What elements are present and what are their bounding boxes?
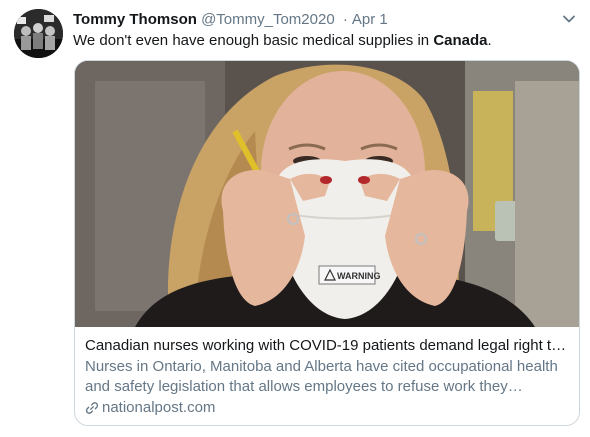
tweet-text-suffix: . <box>487 32 492 49</box>
avatar-image <box>14 9 63 58</box>
tweet-text: We don't even have enough basic medical … <box>73 31 492 51</box>
card-title[interactable]: Canadian nurses working with COVID-19 pa… <box>85 336 571 356</box>
card-description: Nurses in Ontario, Manitoba and Alberta … <box>85 358 558 395</box>
card-image: WARNING <box>75 61 579 327</box>
tweet-header: Tommy Thomson @Tommy_Tom2020 · Apr 1 <box>73 10 563 30</box>
separator-dot: · <box>342 11 348 28</box>
avatar[interactable] <box>14 9 63 58</box>
mask-warning-label: WARNING <box>337 271 381 281</box>
author-name[interactable]: Tommy Thomson <box>73 11 197 28</box>
card-domain-row[interactable]: nationalpost.com <box>85 398 571 418</box>
tweet-text-prefix: We don't even have enough basic medical … <box>73 32 434 49</box>
card-domain: nationalpost.com <box>102 399 216 416</box>
chevron-down-icon[interactable] <box>560 10 578 28</box>
card-body: Canadian nurses working with COVID-19 pa… <box>85 336 571 418</box>
tweet-date[interactable]: Apr 1 <box>352 11 388 28</box>
link-icon <box>85 402 99 414</box>
author-handle[interactable]: @Tommy_Tom2020 <box>201 11 335 28</box>
tweet-text-bold: Canada <box>433 32 488 49</box>
link-card[interactable]: WARNING Canadian nurses working with COV… <box>74 60 580 426</box>
